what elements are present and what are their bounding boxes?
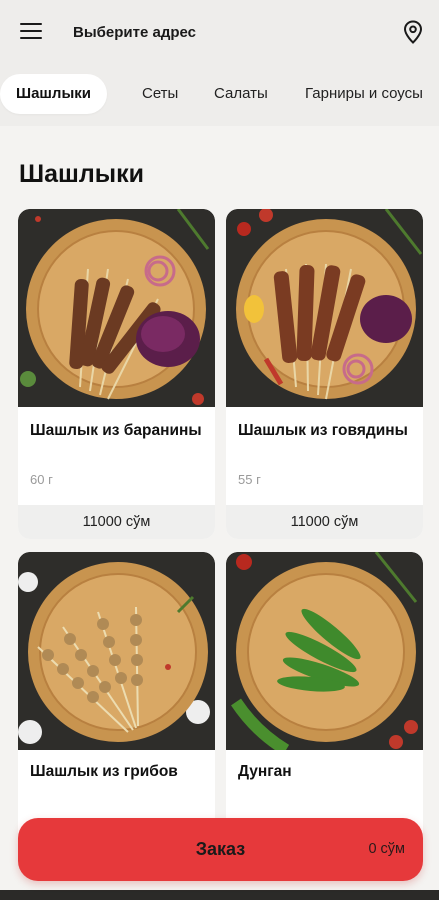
product-image (18, 552, 215, 750)
product-name: Шашлык из говядины (238, 422, 408, 439)
order-total: 0 сўм (368, 841, 405, 857)
section-title: Шашлыки (19, 160, 144, 188)
product-card[interactable]: Дунган (226, 552, 423, 852)
tab-shashlyki[interactable]: Шашлыки (0, 74, 107, 114)
product-name: Шашлык из баранины (30, 422, 202, 439)
product-price[interactable]: 11000 сўм (226, 505, 423, 539)
product-card[interactable]: Шашлык из грибов (18, 552, 215, 852)
tab-garniry[interactable]: Гарниры и соусы (305, 74, 423, 114)
product-card[interactable]: Шашлык из баранины 60 г 11000 сўм (18, 209, 215, 539)
product-image (18, 209, 215, 407)
product-weight: 55 г (238, 472, 261, 487)
category-tabs: Шашлыки Сеты Салаты Гарниры и соусы (0, 64, 439, 126)
next-row-images (0, 890, 439, 900)
order-button-label: Заказ (195, 839, 246, 859)
product-image (226, 552, 423, 750)
product-name: Шашлык из грибов (30, 763, 178, 780)
order-button[interactable]: Заказ 0 сўм (18, 818, 423, 881)
tab-sety[interactable]: Сеты (142, 74, 178, 114)
hamburger-menu-icon[interactable] (20, 23, 42, 41)
product-name: Дунган (238, 763, 292, 780)
product-card[interactable]: Шашлык из говядины 55 г 11000 сўм (226, 209, 423, 539)
top-bar: Выберите адрес (0, 0, 439, 64)
tab-salaty[interactable]: Салаты (214, 74, 268, 114)
product-weight: 60 г (30, 472, 53, 487)
map-pin-icon[interactable] (403, 20, 423, 44)
product-price[interactable]: 11000 сўм (18, 505, 215, 539)
address-selector[interactable]: Выберите адрес (73, 24, 196, 41)
product-image (226, 209, 423, 407)
